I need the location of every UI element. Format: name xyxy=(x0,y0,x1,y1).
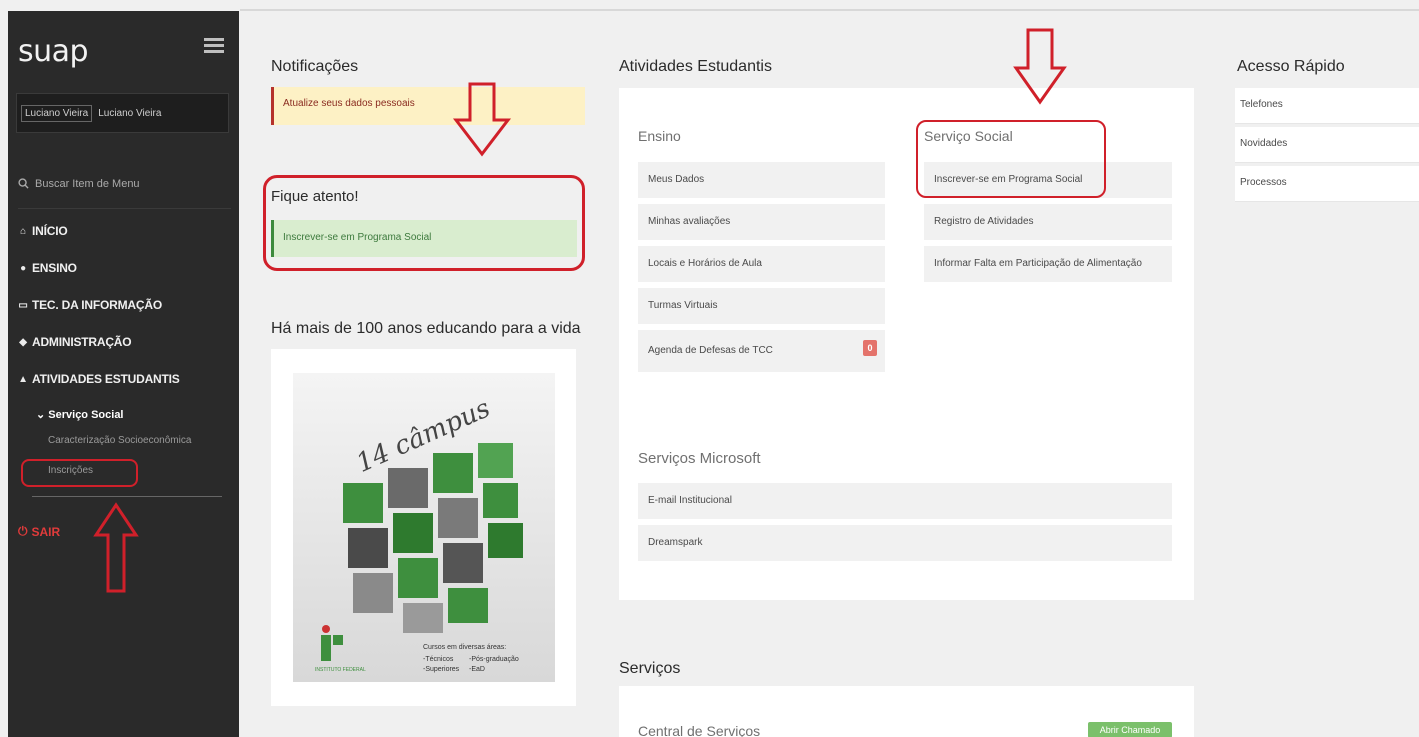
nav-ensino-label: ENSINO xyxy=(32,261,77,275)
search-placeholder: Buscar Item de Menu xyxy=(35,177,140,190)
nav-admin-label: ADMINISTRAÇÃO xyxy=(32,335,132,349)
highlight-inscricoes xyxy=(21,459,138,487)
power-icon: ⏻ xyxy=(18,524,28,538)
arrow-down-icon xyxy=(1013,28,1067,105)
user-profile[interactable]: Luciano Vieira Luciano Vieira xyxy=(16,93,229,133)
logout-button[interactable]: ⏻ SAIR xyxy=(18,524,60,539)
nav-inicio-label: INÍCIO xyxy=(32,224,68,238)
home-icon: ⌂ xyxy=(20,225,26,237)
sidebar-item-caracterizacao[interactable]: Caracterização Socioeconômica xyxy=(48,435,191,446)
sidebar-divider xyxy=(32,496,222,497)
list-item-dreamspark[interactable]: Dreamspark xyxy=(638,525,1172,561)
submenu-servico-social[interactable]: ⌄ Serviço Social xyxy=(36,408,124,421)
nav-ensino[interactable]: ● ENSINO xyxy=(18,261,77,275)
quick-link-processos[interactable]: Processos xyxy=(1235,166,1419,202)
page: suap Luciano Vieira Luciano Vieira Busca… xyxy=(0,0,1419,737)
cube-illustration: 14 câmpus INSTITUTO FEDERAL Cursos em di… xyxy=(315,393,523,673)
cursos-item: -Pós-graduação xyxy=(469,656,519,663)
notification-alert[interactable]: Atualize seus dados pessoais xyxy=(271,87,585,125)
monitor-icon: ▭ xyxy=(18,299,28,311)
servicos-title: Serviços xyxy=(619,660,681,677)
top-divider xyxy=(240,9,1419,11)
notificacoes-title: Notificações xyxy=(271,58,359,75)
list-item-email-institucional[interactable]: E-mail Institucional xyxy=(638,483,1172,519)
logo-text: INSTITUTO FEDERAL xyxy=(315,667,366,673)
sidebar: suap Luciano Vieira Luciano Vieira Busca… xyxy=(8,11,239,737)
hamburger-menu-icon[interactable] xyxy=(204,38,224,54)
cursos-item: -EaD xyxy=(469,666,485,673)
brand-logo[interactable]: suap xyxy=(18,34,89,69)
nav-atividades-label: ATIVIDADES ESTUDANTIS xyxy=(32,372,180,386)
cursos-title: Cursos em diversas áreas: xyxy=(423,644,506,651)
list-item-informar-falta[interactable]: Informar Falta em Participação de Alimen… xyxy=(924,246,1172,282)
banner-image: 14 câmpus INSTITUTO FEDERAL Cursos em di… xyxy=(293,373,555,682)
user-name: Luciano Vieira xyxy=(98,107,162,119)
nav-tec-informacao[interactable]: ▭ TEC. DA INFORMAÇÃO xyxy=(18,298,162,312)
quick-link-telefones[interactable]: Telefones xyxy=(1235,88,1419,124)
list-item-meus-dados[interactable]: Meus Dados xyxy=(638,162,885,198)
atividades-title: Atividades Estudantis xyxy=(619,58,772,75)
microsoft-heading: Serviços Microsoft xyxy=(638,450,761,467)
nav-administracao[interactable]: ◆ ADMINISTRAÇÃO xyxy=(18,335,131,349)
campus-text: 14 câmpus xyxy=(352,393,495,478)
fique-atento-alert[interactable]: Inscrever-se em Programa Social xyxy=(271,220,577,257)
search-icon xyxy=(18,178,29,189)
abrir-chamado-button[interactable]: Abrir Chamado xyxy=(1088,722,1172,737)
list-item-agenda-tcc[interactable]: Agenda de Defesas de TCC 0 xyxy=(638,330,885,372)
avatar: Luciano Vieira xyxy=(21,104,93,122)
arrow-down-icon xyxy=(452,82,512,157)
nav-inicio[interactable]: ⌂ INÍCIO xyxy=(18,224,68,238)
list-item-locais-horarios[interactable]: Locais e Horários de Aula xyxy=(638,246,885,282)
list-item-registro-atividades[interactable]: Registro de Atividades xyxy=(924,204,1172,240)
compass-icon: ● xyxy=(20,262,26,274)
list-item-label: Agenda de Defesas de TCC xyxy=(648,345,773,356)
gavel-icon: ◆ xyxy=(19,336,27,348)
acesso-rapido-title: Acesso Rápido xyxy=(1237,58,1345,75)
arrow-up-icon xyxy=(93,502,139,593)
nav-atividades-estudantis[interactable]: ▲ ATIVIDADES ESTUDANTIS xyxy=(18,372,180,386)
banner-title: Há mais de 100 anos educando para a vida xyxy=(271,320,581,337)
submenu-servico-social-label: Serviço Social xyxy=(48,409,124,421)
cursos-item: -Superiores xyxy=(423,666,460,673)
list-item-minhas-avaliacoes[interactable]: Minhas avaliações xyxy=(638,204,885,240)
count-badge: 0 xyxy=(863,340,877,356)
nav-tec-label: TEC. DA INFORMAÇÃO xyxy=(32,298,162,312)
logout-label: SAIR xyxy=(31,524,61,539)
chevron-down-icon: ⌄ xyxy=(36,409,46,421)
fique-atento-title: Fique atento! xyxy=(271,188,359,205)
central-servicos-heading: Central de Serviços xyxy=(638,723,761,737)
banner-card: 14 câmpus INSTITUTO FEDERAL Cursos em di… xyxy=(271,349,576,706)
cursos-item: -Técnicos xyxy=(423,656,454,663)
menu-search[interactable]: Buscar Item de Menu xyxy=(18,173,231,209)
ensino-heading: Ensino xyxy=(638,128,681,144)
highlight-servico-social xyxy=(916,120,1106,198)
list-item-turmas-virtuais[interactable]: Turmas Virtuais xyxy=(638,288,885,324)
quick-link-novidades[interactable]: Novidades xyxy=(1235,127,1419,163)
graduation-cap-icon: ▲ xyxy=(18,373,28,385)
